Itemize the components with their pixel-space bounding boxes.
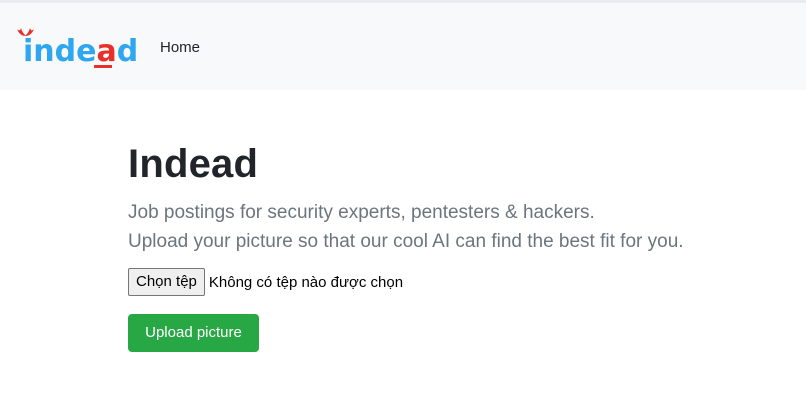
main-content: Indead Job postings for security experts… <box>128 140 768 352</box>
lead-text: Job postings for security experts, pente… <box>128 198 768 256</box>
lead-line-2: Upload your picture so that our cool AI … <box>128 231 684 252</box>
logo-text-indead: indead <box>23 34 136 69</box>
lead-line-1: Job postings for security experts, pente… <box>128 202 595 223</box>
file-status-text: Không có tệp nào được chọn <box>208 273 404 291</box>
brand-logo[interactable]: indead <box>16 27 138 69</box>
file-input[interactable]: Chọn tệp Không có tệp nào được chọn <box>128 268 768 296</box>
page-title: Indead <box>128 142 259 186</box>
logo-underline <box>94 65 112 68</box>
navbar: indead Home <box>0 3 806 90</box>
nav-link-home[interactable]: Home <box>160 39 200 56</box>
choose-file-button[interactable]: Chọn tệp <box>128 268 205 296</box>
upload-picture-button[interactable]: Upload picture <box>128 314 259 352</box>
indead-logo-icon: indead <box>17 28 138 69</box>
